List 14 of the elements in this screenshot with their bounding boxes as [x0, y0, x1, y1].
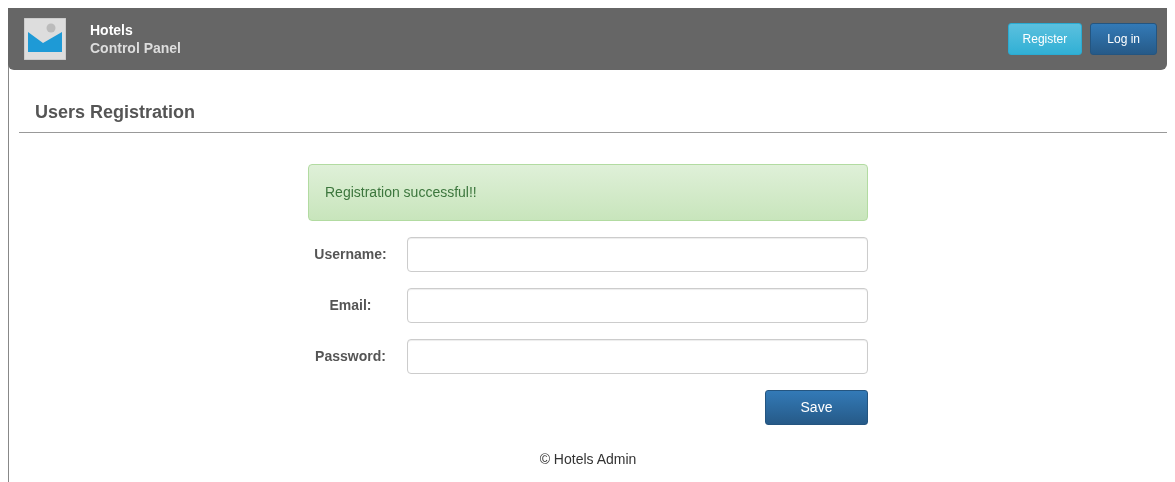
input-field[interactable]	[407, 288, 868, 323]
save-button[interactable]: Save	[765, 390, 868, 425]
success-alert: Registration successful!!	[308, 164, 868, 221]
image-icon	[24, 18, 66, 60]
field-label: Username:	[313, 245, 388, 264]
login-button[interactable]: Log in	[1090, 23, 1157, 55]
app-subtitle: Control Panel	[90, 39, 181, 57]
field-label: Password:	[314, 347, 387, 366]
app-title: Hotels	[90, 21, 134, 39]
field-label: Email:	[328, 296, 373, 315]
input-field[interactable]	[407, 237, 868, 272]
footer-text: © Hotels Admin	[539, 451, 637, 467]
input-field[interactable]	[407, 339, 868, 374]
page-title: Users Registration	[19, 99, 1167, 133]
